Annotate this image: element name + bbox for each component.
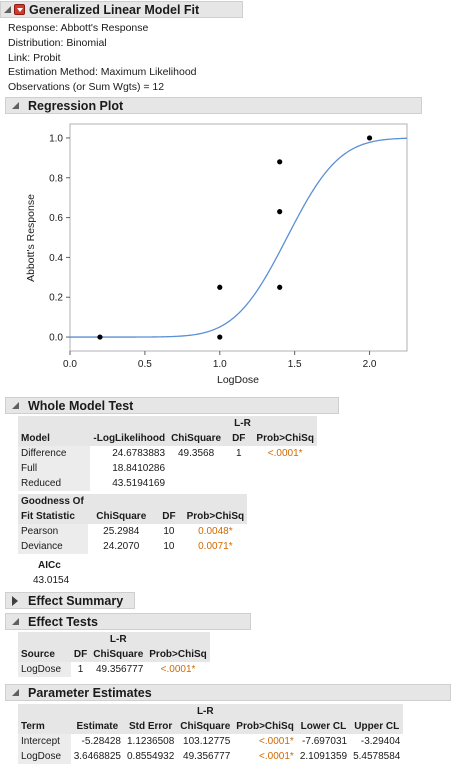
section-title: Effect Summary (28, 594, 124, 608)
report-header[interactable]: Generalized Linear Model Fit (0, 1, 243, 18)
col-model: Model (21, 433, 50, 444)
table-row: LogDose 3.6468825 0.8554932 49.356777 <.… (18, 749, 403, 764)
lr-header: L-R (168, 416, 317, 431)
data-point (97, 334, 103, 340)
lr-header: L-R (90, 632, 147, 647)
whole-model-table: L-R Model -LogLikelihood ChiSquare DF Pr… (18, 416, 317, 491)
y-tick-label: 1.0 (49, 133, 63, 144)
x-axis-label: LogDose (217, 374, 259, 386)
disclosure-open-icon[interactable] (12, 102, 19, 109)
table-row: Intercept -5.28428 1.1236508 103.12775 <… (18, 734, 403, 749)
effect-tests-table: L-R Source DF ChiSquare Prob>ChiSq LogDo… (18, 632, 210, 677)
regression-plot: 0.0 0.5 1.0 1.5 2.0 0.0 0.2 0.4 0.6 0.8 1.0 LogDos… (25, 123, 408, 386)
info-link: Link: Probit (8, 51, 61, 64)
disclosure-open-icon[interactable] (4, 6, 11, 13)
regression-plot-header[interactable]: Regression Plot (5, 97, 422, 114)
red-triangle-menu-icon[interactable] (14, 4, 25, 15)
effect-tests-header[interactable]: Effect Tests (5, 613, 251, 630)
x-tick-label: 2.0 (363, 359, 377, 370)
col-chisq: ChiSquare (171, 433, 222, 444)
col-prob: Prob>ChiSq (256, 433, 314, 444)
disclosure-open-icon[interactable] (12, 689, 19, 696)
y-tick-label: 0.8 (49, 173, 63, 184)
col-df: DF (232, 433, 246, 444)
data-point (217, 284, 223, 290)
y-tick-label: 0.2 (49, 293, 63, 304)
table-row: LogDose 1 49.356777 <.0001* (18, 662, 210, 677)
effect-summary-header[interactable]: Effect Summary (5, 592, 135, 609)
col-loglik: -LogLikelihood (93, 433, 166, 444)
info-estimation: Estimation Method: Maximum Likelihood (8, 66, 197, 79)
disclosure-open-icon[interactable] (12, 402, 19, 409)
table-row: Reduced 43.5194169 (18, 476, 317, 491)
section-title: Regression Plot (28, 99, 124, 113)
data-point (277, 284, 283, 290)
info-observations: Observations (or Sum Wgts) = 12 (8, 81, 165, 94)
parameter-estimates-table: L-R Term Estimate Std Error ChiSquare Pr… (18, 704, 404, 764)
data-point (277, 159, 283, 165)
plot-frame (69, 123, 408, 352)
table-row: Full 18.8410286 (18, 461, 317, 476)
y-tick-label: 0.0 (49, 333, 63, 344)
lr-header: L-R (177, 704, 234, 719)
table-row: Difference 24.6783883 49.3568 1 <.0001* (18, 446, 317, 461)
info-distribution: Distribution: Binomial (8, 36, 107, 49)
data-point (366, 135, 373, 141)
x-tick-label: 0.5 (138, 359, 152, 370)
whole-model-test-header[interactable]: Whole Model Test (5, 397, 339, 414)
x-tick-label: 1.0 (213, 359, 227, 370)
x-tick-label: 0.0 (63, 359, 77, 370)
table-row: Deviance 24.2070 10 0.0071* (18, 539, 247, 554)
aicc-label: AICc (38, 560, 61, 571)
info-response: Response: Abbott's Response (8, 22, 149, 34)
y-tick-label: 0.6 (49, 213, 63, 224)
x-tick-label: 1.5 (288, 359, 302, 370)
report-title: Generalized Linear Model Fit (29, 3, 200, 17)
section-title: Whole Model Test (28, 399, 134, 413)
section-title: Parameter Estimates (28, 686, 152, 700)
goodness-of-fit-table: Goodness Of Fit Statistic ChiSquare DF P… (18, 494, 248, 554)
gof-header-1: Goodness Of (21, 496, 84, 507)
section-title: Effect Tests (28, 615, 98, 629)
table-row: Pearson 25.2984 10 0.0048* (18, 524, 247, 539)
disclosure-open-icon[interactable] (12, 618, 19, 625)
aicc-value: 43.0154 (33, 575, 70, 586)
parameter-estimates-header[interactable]: Parameter Estimates (5, 684, 451, 701)
gof-header-2: Fit Statistic (21, 511, 75, 522)
disclosure-closed-icon[interactable] (12, 596, 18, 606)
data-point (277, 209, 283, 215)
data-point (217, 334, 223, 340)
model-info: Response: Abbott's Response Distribution… (8, 21, 197, 95)
y-tick-label: 0.4 (49, 253, 63, 264)
y-axis-label: Abbott's Response (25, 194, 37, 282)
